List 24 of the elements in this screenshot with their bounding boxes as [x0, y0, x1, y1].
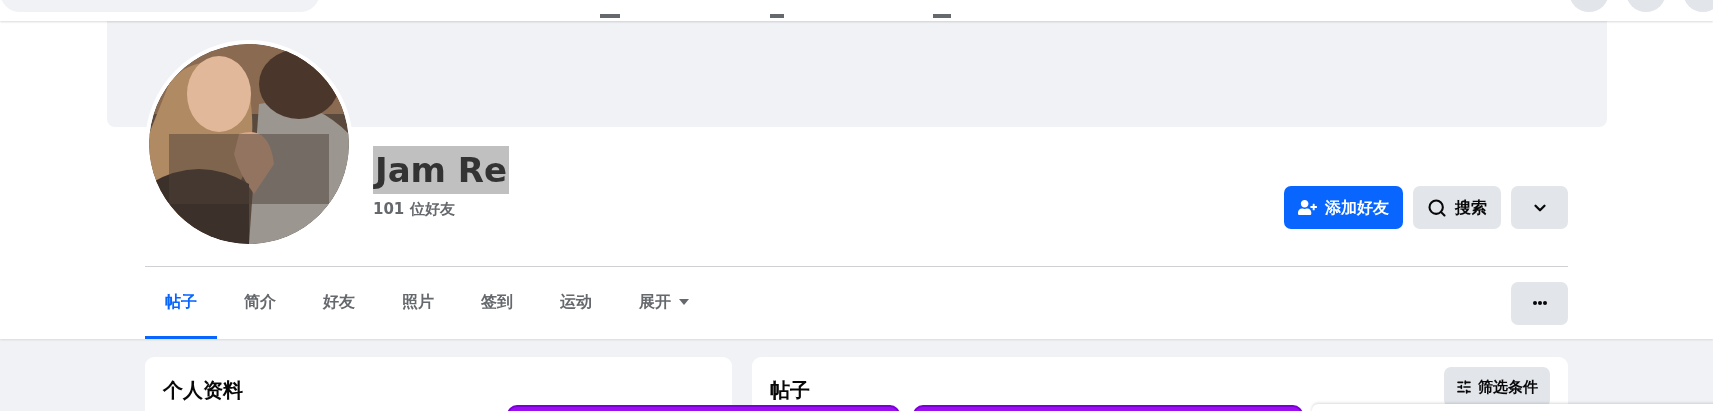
filter-button[interactable]: 筛选条件 [1444, 367, 1550, 407]
nav-icon[interactable] [770, 14, 784, 18]
profile-tab[interactable]: 展开 [619, 267, 709, 339]
search-button[interactable]: 搜索 [1413, 186, 1501, 229]
more-options-button[interactable] [1511, 281, 1568, 325]
profile-name: Jam Re [373, 145, 510, 194]
dropdown-button[interactable] [1511, 186, 1568, 229]
profile-tab[interactable]: 好友 [303, 267, 375, 339]
search-icon [1427, 197, 1447, 218]
add-friend-button[interactable]: 添加好友 [1284, 186, 1403, 229]
user-plus-icon [1298, 198, 1317, 217]
profile-tab[interactable]: 签到 [461, 267, 533, 339]
friends-count[interactable]: 101 位好友 [373, 197, 510, 220]
profile-tab[interactable]: 运动 [540, 267, 612, 339]
profile-tab[interactable]: 帖子 [145, 267, 217, 339]
card-title: 帖子 [770, 377, 810, 404]
profile-tab[interactable]: 照片 [382, 267, 454, 339]
ellipsis-icon [1532, 301, 1547, 305]
nav-icon[interactable] [933, 14, 951, 18]
card-title: 个人资料 [163, 378, 243, 402]
nav-icon[interactable] [600, 14, 620, 18]
sliders-icon [1456, 379, 1472, 395]
profile-tab[interactable]: 简介 [224, 267, 296, 339]
caret-icon [679, 298, 689, 305]
